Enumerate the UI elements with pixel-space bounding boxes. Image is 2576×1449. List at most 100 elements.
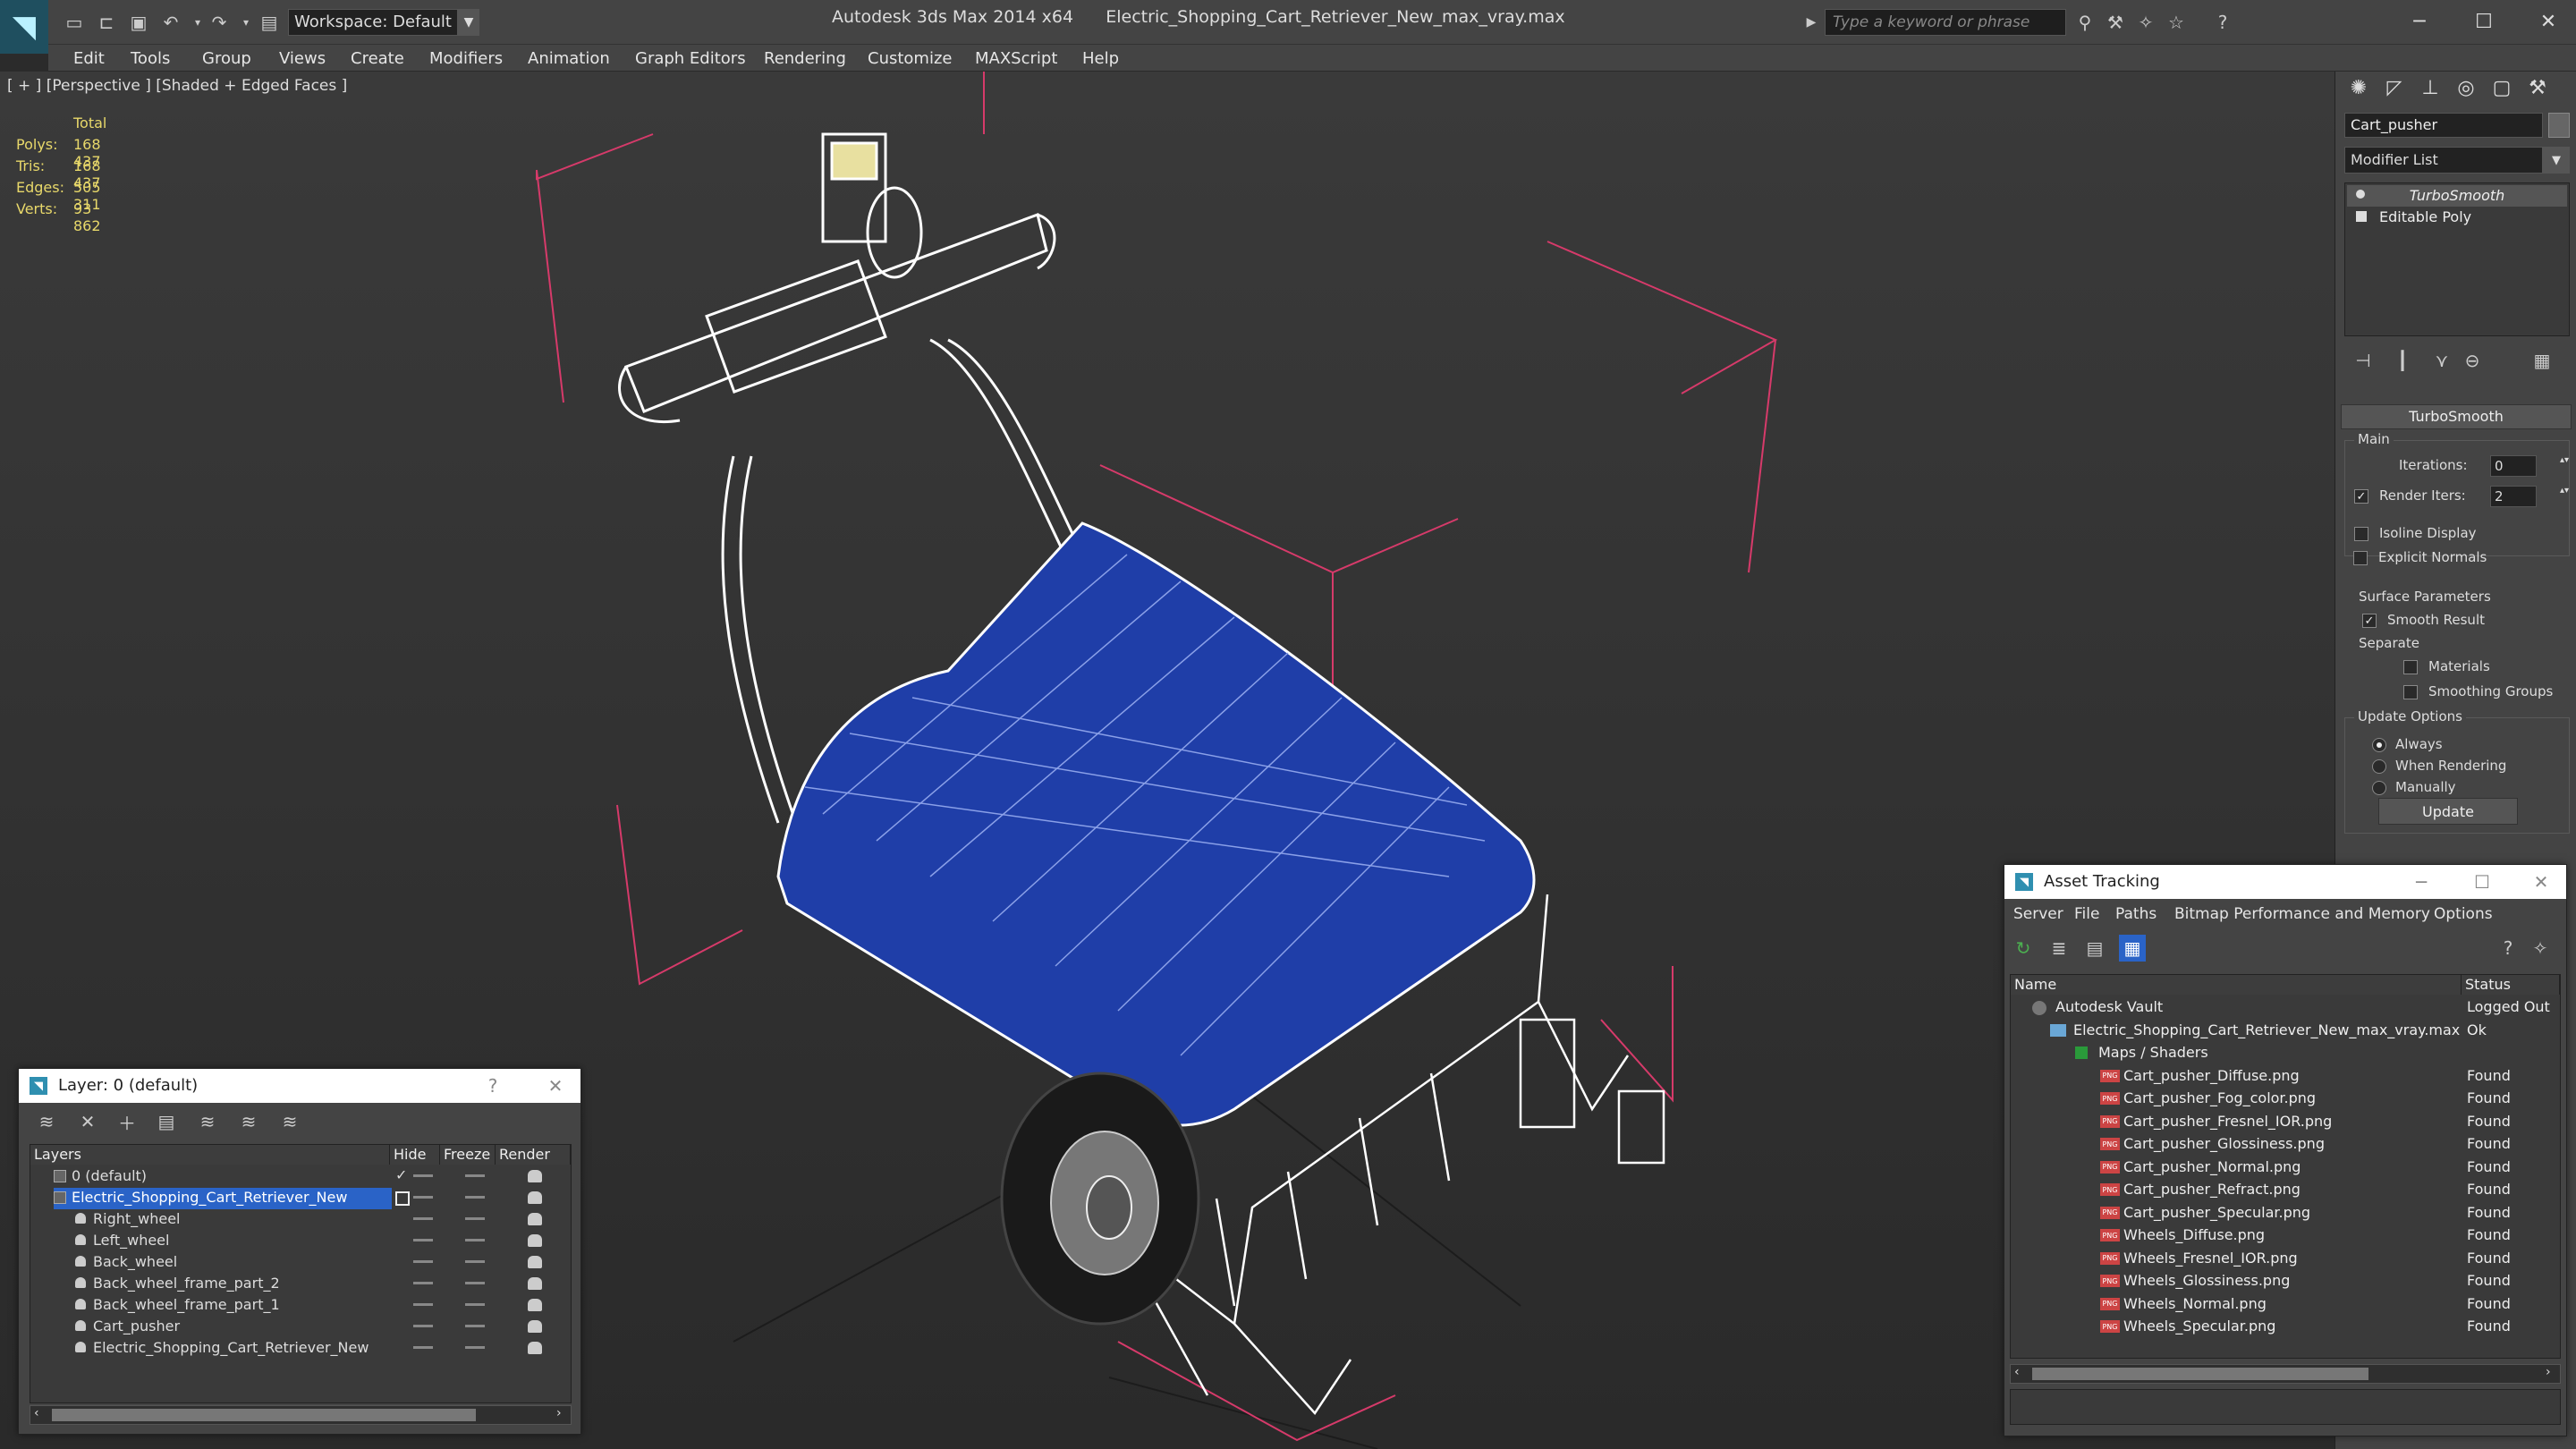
render-teapot-icon[interactable] — [528, 1320, 542, 1333]
render-teapot-icon[interactable] — [528, 1170, 542, 1182]
always-radio[interactable] — [2372, 738, 2386, 752]
project-folder-icon[interactable]: ▤ — [256, 9, 283, 36]
hide-toggle-icon[interactable] — [413, 1260, 433, 1263]
open-file-icon[interactable]: ⊏ — [93, 9, 120, 36]
column-name[interactable]: Name — [2011, 975, 2462, 995]
explicit-normals-checkbox[interactable] — [2353, 551, 2368, 565]
add-to-layer-icon[interactable]: ＋ — [114, 1108, 140, 1135]
asset-row[interactable]: Autodesk Vault Logged Out — [2011, 996, 2556, 1019]
minimize-icon[interactable]: ─ — [2397, 5, 2442, 38]
render-teapot-icon[interactable] — [528, 1256, 542, 1268]
render-iters-spinner[interactable]: 2 — [2490, 486, 2537, 507]
asset-row[interactable]: PNG Cart_pusher_Fog_color.png Found — [2011, 1088, 2556, 1110]
hide-all-icon[interactable]: ≋ — [235, 1108, 262, 1135]
show-end-result-icon[interactable]: ┃ — [2387, 345, 2418, 376]
refresh-icon[interactable]: ↻ — [2010, 935, 2037, 962]
menu-maxscript[interactable]: MAXScript — [975, 45, 1057, 72]
freeze-toggle-icon[interactable] — [465, 1174, 485, 1177]
make-unique-icon[interactable]: ⋎ — [2427, 345, 2457, 376]
create-tab-icon[interactable]: ✺ — [2341, 72, 2377, 104]
layer-row[interactable]: Cart_pusher — [30, 1317, 567, 1338]
help-icon[interactable]: ? — [2495, 935, 2521, 962]
spinner-arrows-icon[interactable]: ▴▾ — [2560, 486, 2569, 496]
asset-row[interactable]: PNG Cart_pusher_Normal.png Found — [2011, 1157, 2556, 1179]
hide-toggle-icon[interactable] — [413, 1282, 433, 1284]
menu-help[interactable]: Help — [1082, 45, 1119, 72]
chevron-right-icon[interactable]: › — [2546, 1365, 2551, 1379]
layer-row[interactable]: Back_wheel_frame_part_2 — [30, 1274, 567, 1295]
column-freeze[interactable]: Freeze — [440, 1145, 496, 1165]
layer-panel-title-bar[interactable]: ◥ Layer: 0 (default) ? ✕ — [19, 1069, 580, 1103]
asset-menu-options[interactable]: Options — [2434, 901, 2493, 928]
layer-row[interactable]: 0 (default) ✓ — [30, 1166, 567, 1188]
menu-edit[interactable]: Edit — [73, 45, 105, 72]
when-rendering-radio[interactable] — [2372, 759, 2386, 774]
scroll-thumb[interactable] — [2032, 1368, 2368, 1380]
help-icon[interactable]: ? — [2209, 9, 2236, 36]
lightbulb-icon[interactable] — [2356, 190, 2365, 199]
undo-icon[interactable]: ↶ — [157, 9, 184, 36]
freeze-all-icon[interactable]: ≋ — [276, 1108, 303, 1135]
freeze-toggle-icon[interactable] — [465, 1325, 485, 1327]
menu-animation[interactable]: Animation — [528, 45, 610, 72]
layer-row[interactable]: Right_wheel — [30, 1209, 567, 1231]
asset-row[interactable]: PNG Wheels_Specular.png Found — [2011, 1316, 2556, 1338]
smoothing-groups-checkbox[interactable] — [2403, 685, 2418, 699]
asset-menu-bitmap-performance[interactable]: Bitmap Performance and Memory — [2174, 901, 2430, 928]
freeze-toggle-icon[interactable] — [465, 1217, 485, 1220]
search-expand-icon[interactable]: ▶ — [1798, 9, 1825, 36]
chevron-down-icon[interactable]: ▼ — [2543, 147, 2570, 174]
layer-row[interactable]: Electric_Shopping_Cart_Retriever_New — [30, 1338, 567, 1360]
column-render[interactable]: Render — [496, 1145, 571, 1165]
close-icon[interactable]: ✕ — [538, 1072, 573, 1099]
remove-modifier-icon[interactable]: ⊖ — [2457, 345, 2487, 376]
update-button[interactable]: Update — [2378, 798, 2518, 825]
render-iters-checkbox[interactable]: ✓ — [2354, 489, 2368, 504]
asset-menu-file[interactable]: File — [2074, 901, 2099, 928]
save-file-icon[interactable]: ▣ — [125, 9, 152, 36]
table-view-icon[interactable]: ▦ — [2119, 935, 2146, 962]
asset-row[interactable]: Electric_Shopping_Cart_Retriever_New_max… — [2011, 1020, 2556, 1042]
minimize-icon[interactable]: ─ — [2403, 869, 2439, 895]
hide-toggle-icon[interactable] — [413, 1174, 433, 1177]
chevron-left-icon[interactable]: ‹ — [2014, 1365, 2020, 1379]
spinner-arrows-icon[interactable]: ▴▾ — [2560, 455, 2569, 465]
close-icon[interactable]: ✕ — [2526, 5, 2571, 38]
new-file-icon[interactable]: ▭ — [61, 9, 88, 36]
asset-row[interactable]: PNG Cart_pusher_Diffuse.png Found — [2011, 1065, 2556, 1088]
chevron-down-icon[interactable]: ▼ — [458, 9, 479, 36]
render-teapot-icon[interactable] — [528, 1191, 542, 1204]
column-status[interactable]: Status — [2462, 975, 2560, 995]
motion-tab-icon[interactable]: ◎ — [2448, 72, 2484, 104]
highlight-help-icon[interactable]: ✧ — [2527, 935, 2554, 962]
expand-plus-icon[interactable] — [2356, 211, 2367, 222]
delete-layer-icon[interactable]: ✕ — [74, 1108, 101, 1135]
utilities-tab-icon[interactable]: ⚒ — [2520, 72, 2555, 104]
create-layer-icon[interactable]: ≋ — [33, 1108, 60, 1135]
binoculars-icon[interactable]: ⚲ — [2072, 9, 2098, 36]
asset-panel-title-bar[interactable]: ◥ Asset Tracking ─ ☐ ✕ — [2004, 865, 2566, 899]
configure-sets-icon[interactable]: ▦ — [2527, 345, 2557, 376]
horizontal-scrollbar[interactable]: ‹ › — [2010, 1364, 2561, 1384]
chevron-left-icon[interactable]: ‹ — [34, 1406, 39, 1420]
subscription-icon[interactable]: ⚒ — [2102, 9, 2129, 36]
layer-row-selected[interactable]: Electric_Shopping_Cart_Retriever_New — [30, 1188, 567, 1209]
chevron-right-icon[interactable]: › — [556, 1406, 562, 1420]
menu-views[interactable]: Views — [279, 45, 326, 72]
asset-row[interactable]: PNG Wheels_Diffuse.png Found — [2011, 1224, 2556, 1247]
close-icon[interactable]: ✕ — [2523, 869, 2559, 895]
hide-toggle-icon[interactable] — [413, 1239, 433, 1241]
freeze-toggle-icon[interactable] — [465, 1260, 485, 1263]
hide-toggle-icon[interactable] — [413, 1217, 433, 1220]
stack-item-turbosmooth[interactable]: TurboSmooth — [2347, 185, 2567, 207]
hide-toggle-icon[interactable] — [413, 1303, 433, 1306]
freeze-toggle-icon[interactable] — [465, 1196, 485, 1199]
display-tab-icon[interactable]: ▢ — [2484, 72, 2520, 104]
asset-row[interactable]: PNG Wheels_Glossiness.png Found — [2011, 1270, 2556, 1292]
modifier-list-dropdown[interactable]: Modifier List — [2344, 147, 2543, 174]
hide-toggle-icon[interactable] — [413, 1346, 433, 1349]
help-icon[interactable]: ? — [475, 1072, 511, 1099]
highlight-layer-icon[interactable]: ≋ — [194, 1108, 221, 1135]
favorites-star-icon[interactable]: ☆ — [2163, 9, 2190, 36]
asset-path-field[interactable] — [2010, 1389, 2561, 1425]
